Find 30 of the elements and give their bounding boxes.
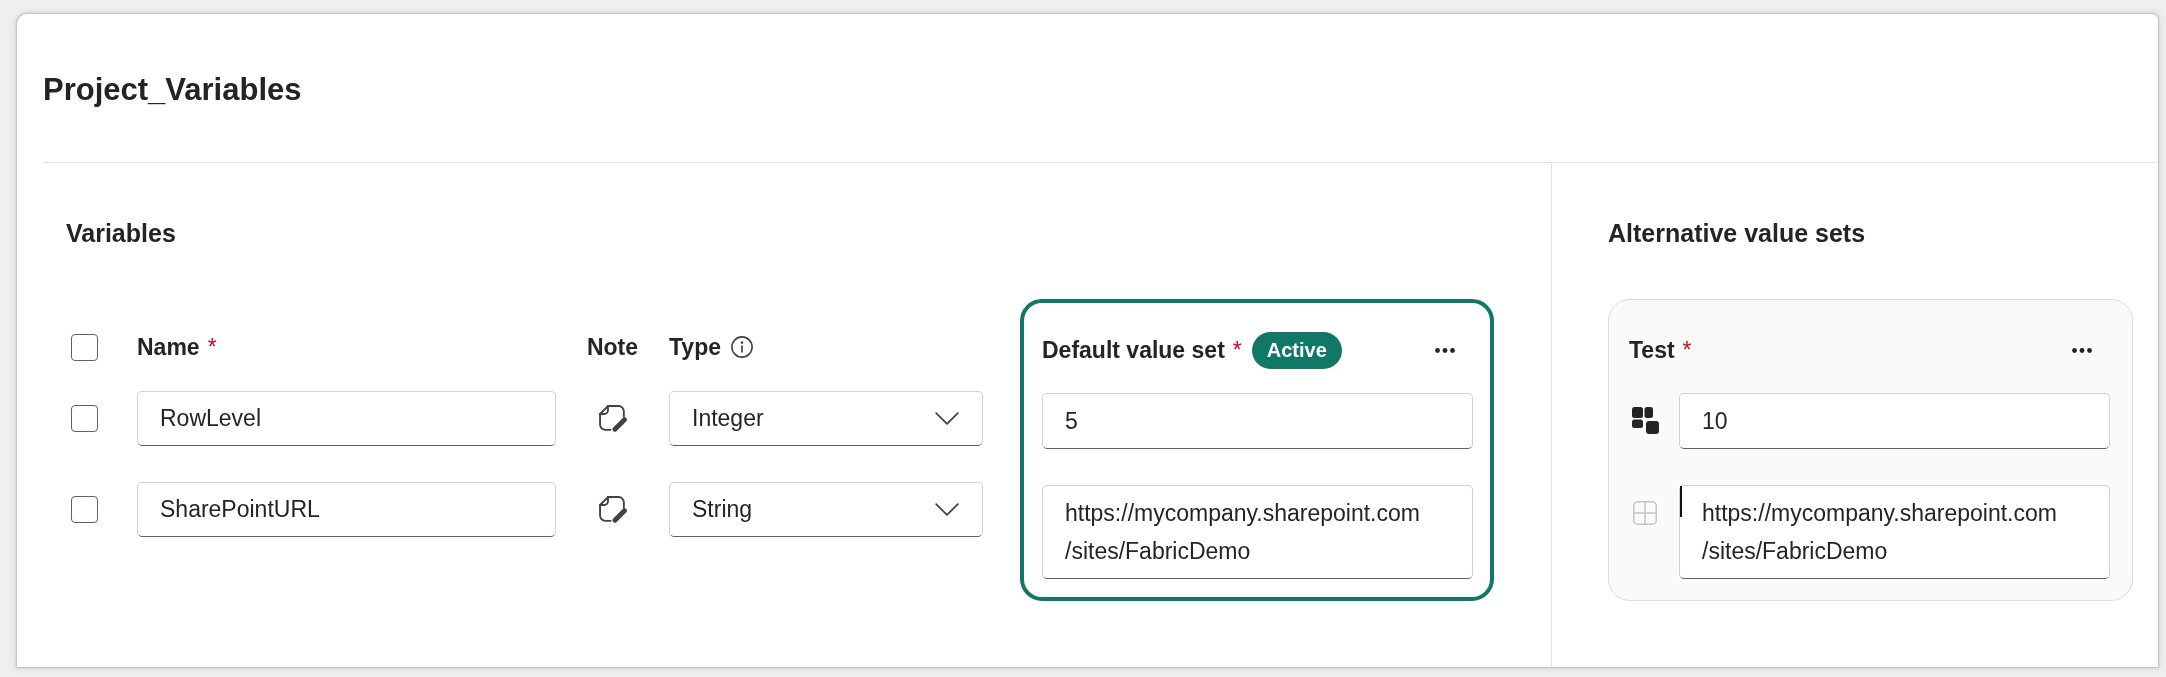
value-field[interactable]: 10 (1679, 393, 2110, 449)
checkbox[interactable] (71, 496, 98, 523)
name-field[interactable]: SharePointURL (137, 482, 556, 537)
card-title: Test (1629, 336, 1675, 365)
required-asterisk: * (207, 333, 217, 362)
column-header: Name (137, 333, 200, 362)
more-icon[interactable] (2072, 347, 2092, 353)
chevron-down-icon (935, 412, 959, 425)
value-field[interactable]: 5 (1042, 393, 1473, 449)
select-all-checkbox[interactable] (71, 333, 98, 361)
column-header: Type (669, 333, 721, 362)
section-heading: Variables (66, 218, 176, 249)
name-field[interactable]: RowLevel (137, 391, 556, 446)
required-asterisk: * (1232, 336, 1242, 365)
checkbox[interactable] (71, 405, 98, 432)
column-header: Note (586, 333, 639, 362)
status-badge: Active (1251, 331, 1342, 369)
note-edit-icon[interactable] (598, 404, 627, 433)
page-title: Project_Variables (43, 71, 302, 109)
card-title: Default value set (1042, 336, 1225, 365)
required-asterisk: * (1682, 336, 1692, 365)
note-edit-icon[interactable] (598, 495, 627, 524)
type-dropdown[interactable]: String (669, 482, 983, 537)
type-dropdown[interactable]: Integer (669, 391, 983, 446)
more-icon[interactable] (1435, 347, 1455, 353)
section-heading: Alternative value sets (1608, 218, 1866, 249)
value-field[interactable]: https://mycompany.sharepoint.com/sites/FabricDemo (1042, 485, 1473, 579)
chevron-down-icon (935, 503, 959, 516)
info-icon[interactable] (731, 336, 753, 358)
value-field[interactable]: https://mycompany.sharepoint.com/sites/FabricDemo (1679, 485, 2110, 579)
